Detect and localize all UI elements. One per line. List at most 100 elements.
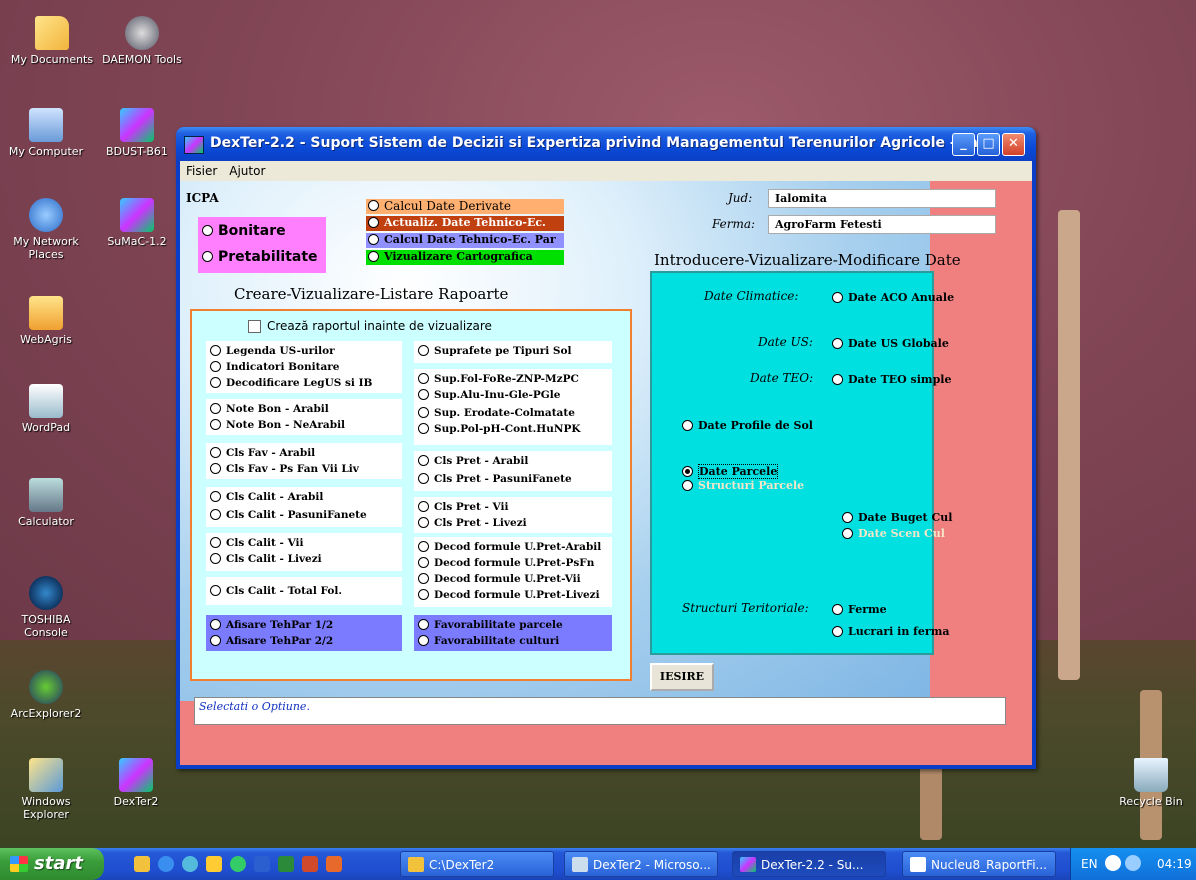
desktop-icon-my-computer[interactable]: My Computer [0,108,92,158]
report-option[interactable]: Favorabilitate parcele [418,618,563,631]
radio-icon [832,291,843,303]
taskbar-item[interactable]: DexTer2 - Microso... [564,851,718,877]
quicklaunch-browser-icon[interactable] [182,856,198,872]
report-option[interactable]: Cls Pret - Arabil [418,454,528,467]
radio-label: Structuri Parcele [698,479,805,492]
report-option[interactable]: Sup. Erodate-Colmatate [418,406,575,419]
date-aco-radio[interactable]: Date ACO Anuale [832,291,954,304]
desktop-icon-recycle-bin[interactable]: Recycle Bin [1106,758,1196,808]
pretabilitate-radio[interactable]: Pretabilitate [202,249,318,265]
report-option[interactable]: Cls Fav - Ps Fan Vii Liv [210,462,359,475]
start-button[interactable]: start [0,848,104,880]
bonitare-radio[interactable]: Bonitare [202,223,286,239]
radio-icon [832,337,843,349]
report-option[interactable]: Suprafete pe Tipuri Sol [418,344,571,357]
desktop-icon-windows-explorer[interactable]: Windows Explorer [6,758,86,821]
report-option[interactable]: Decod formule U.Pret-PsFn [418,556,594,569]
radio-label: Date Profile de Sol [698,419,813,432]
report-option[interactable]: Note Bon - NeArabil [210,418,345,431]
report-option[interactable]: Decodificare LegUS si IB [210,376,372,389]
desktop-icon-toshiba-console[interactable]: TOSHIBA Console [6,576,86,639]
report-option[interactable]: Cls Pret - PasuniFanete [418,472,572,485]
maximize-button[interactable]: □ [977,133,1000,156]
taskbar-item[interactable]: Nucleu8_RaportFi... [902,851,1056,877]
date-buget-radio[interactable]: Date Buget Cul [842,511,952,524]
menu-fisier[interactable]: Fisier [180,161,223,178]
report-option[interactable]: Legenda US-urilor [210,344,335,357]
report-option[interactable]: Cls Calit - Total Fol. [210,584,342,597]
quicklaunch-ie-icon[interactable] [158,856,174,872]
actualiz-date-button[interactable]: Actualiz. Date Tehnico-Ec. [366,216,564,231]
report-option[interactable]: Cls Pret - Livezi [418,516,527,529]
report-option[interactable]: Cls Calit - Arabil [210,490,323,503]
report-option[interactable]: Cls Calit - PasuniFanete [210,508,367,521]
taskbar-item[interactable]: C:\DexTer2 [400,851,554,877]
report-option[interactable]: Decod formule U.Pret-Arabil [418,540,601,553]
report-option[interactable]: Indicatori Bonitare [210,360,339,373]
date-profile-radio[interactable]: Date Profile de Sol [682,419,813,432]
report-option[interactable]: Sup.Pol-pH-Cont.HuNPK [418,422,580,435]
report-option[interactable]: Sup.Alu-Inu-Gle-PGle [418,388,560,401]
date-us-label: Date US: [758,335,813,349]
tray-back-icon[interactable] [1105,855,1121,871]
ferme-radio[interactable]: Ferme [832,603,887,616]
ferma-field[interactable]: AgroFarm Fetesti [768,215,996,234]
radio-icon [368,200,379,211]
vizualizare-cartografica-button[interactable]: Vizualizare Cartografica [366,250,564,265]
minimize-button[interactable]: _ [952,133,975,156]
report-option[interactable]: Afisare TehPar 1/2 [210,618,333,631]
date-us-globale-radio[interactable]: Date US Globale [832,337,949,350]
quicklaunch-folder-icon[interactable] [134,856,150,872]
date-scen-radio[interactable]: Date Scen Cul [842,527,945,540]
title-bar[interactable]: DexTer-2.2 - Suport Sistem de Decizii si… [176,127,1036,161]
report-option[interactable]: Sup.Fol-FoRe-ZNP-MzPC [418,372,579,385]
desktop-icon-wordpad[interactable]: WordPad [6,384,86,434]
desktop-icon-my-documents[interactable]: My Documents [6,16,98,66]
report-option[interactable]: Afisare TehPar 2/2 [210,634,333,647]
network-icon [29,198,63,232]
calcul-date-derivate-button[interactable]: Calcul Date Derivate [366,199,564,214]
report-option[interactable]: Decod formule U.Pret-Livezi [418,588,600,601]
report-option[interactable]: Decod formule U.Pret-Vii [418,572,581,585]
iesire-button[interactable]: IESIRE [650,663,714,691]
quicklaunch-media-icon[interactable] [230,856,246,872]
language-indicator[interactable]: EN [1081,857,1098,871]
desktop-icon-webagris[interactable]: WebAgris [6,296,86,346]
taskbar-item-active[interactable]: DexTer-2.2 - Su... [732,851,886,877]
calcul-date-tehnico-button[interactable]: Calcul Date Tehnico-Ec. Par [366,233,564,248]
quicklaunch-powerpoint-icon[interactable] [302,856,318,872]
desktop-icon-arcexplorer[interactable]: ArcExplorer2 [0,670,92,720]
desktop-icon-daemon-tools[interactable]: DAEMON Tools [96,16,188,66]
desktop-icon-bdust[interactable]: BDUST-B61 [96,108,178,158]
tray-search-icon[interactable] [1125,855,1141,871]
document-icon [910,857,926,872]
webagris-icon [29,296,63,330]
menu-ajutor[interactable]: Ajutor [223,161,271,178]
taskbar-item-label: DexTer2 - Microso... [593,858,711,872]
quicklaunch-word-icon[interactable] [254,856,270,872]
desktop-icon-my-network-places[interactable]: My Network Places [6,198,86,261]
desktop-icon-dexter2[interactable]: DexTer2 [96,758,176,808]
desktop-icon-calculator[interactable]: Calculator [6,478,86,528]
report-option[interactable]: Cls Pret - Vii [418,500,508,513]
report-option[interactable]: Cls Calit - Vii [210,536,304,549]
quicklaunch-app-icon[interactable] [326,856,342,872]
jud-field[interactable]: Ialomita [768,189,996,208]
radio-icon [418,588,429,600]
taskbar-item-label: C:\DexTer2 [429,858,495,872]
report-option[interactable]: Cls Fav - Arabil [210,446,315,459]
bonitare-label: Bonitare [218,223,286,239]
date-teo-radio[interactable]: Date TEO simple [832,373,951,386]
quicklaunch-tool-icon[interactable] [206,856,222,872]
app-icon[interactable] [184,136,204,154]
lucrari-radio[interactable]: Lucrari in ferma [832,625,949,638]
report-option[interactable]: Note Bon - Arabil [210,402,329,415]
structuri-parcele-radio[interactable]: Structuri Parcele [682,479,804,492]
quicklaunch-excel-icon[interactable] [278,856,294,872]
report-option[interactable]: Cls Calit - Livezi [210,552,322,565]
date-parcele-radio[interactable]: Date Parcele [682,464,779,479]
close-button[interactable]: ✕ [1002,133,1025,156]
report-option[interactable]: Favorabilitate culturi [418,634,559,647]
create-report-checkbox[interactable]: Crează raportul inainte de vizualizare [248,319,492,333]
desktop-icon-sumac[interactable]: SuMaC-1.2 [96,198,178,248]
